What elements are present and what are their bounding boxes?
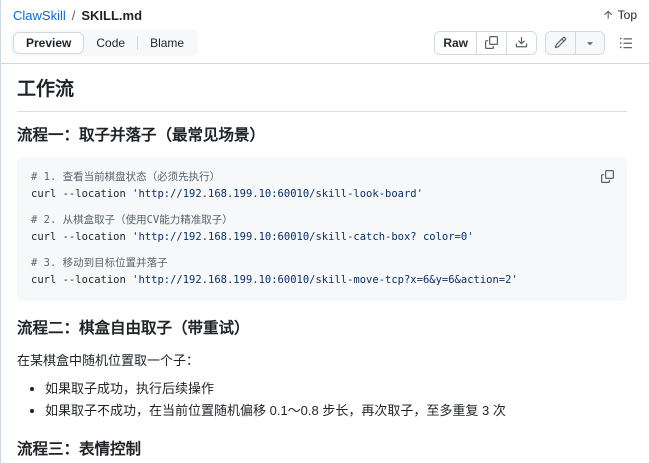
code-block-workflow1: # 1. 查看当前棋盘状态（必须先执行） curl --location 'ht… [17, 157, 627, 302]
section1-heading: 流程一：取子并落子（最常见场景） [17, 126, 266, 144]
copy-icon [600, 169, 614, 183]
code-comment: # 2. 从棋盒取子（使用CV能力精准取子） [31, 214, 233, 227]
arrow-up-icon [602, 9, 614, 21]
tab-blame[interactable]: Blame [138, 32, 196, 54]
code-comment: # 1. 查看当前棋盘状态（必须先执行） [31, 171, 221, 184]
download-icon [515, 36, 528, 49]
section2-paragraph: 在某棋盒中随机位置取一个子： [17, 352, 200, 368]
outline-icon [619, 36, 633, 50]
tab-preview[interactable]: Preview [13, 31, 85, 54]
copy-raw-button[interactable] [476, 31, 506, 54]
file-view-container: ClawSkill / SKILL.md Top Preview Code Bl… [0, 0, 650, 463]
section2-list: 如果取子成功，执行后续操作 如果取子不成功，在当前位置随机偏移 0.1～0.8 … [17, 378, 627, 422]
edit-dropdown-button[interactable] [575, 31, 604, 54]
copy-code-button-1[interactable] [595, 164, 619, 188]
edit-button-group [545, 30, 605, 55]
file-toolbar: Preview Code Blame Raw [1, 26, 649, 64]
outline-button[interactable] [613, 31, 639, 55]
copy-icon [485, 36, 498, 49]
section3-heading: 流程三：表情控制 [17, 441, 142, 458]
view-switcher: Preview Code Blame [11, 29, 199, 56]
tab-code[interactable]: Code [84, 32, 137, 54]
back-to-top-label: Top [617, 8, 637, 22]
section2-heading: 流程二：棋盒自由取子（带重试） [17, 320, 250, 338]
raw-button-group: Raw [434, 30, 537, 55]
breadcrumb-repo-link[interactable]: ClawSkill [13, 8, 66, 23]
markdown-preview: 工作流 流程一：取子并落子（最常见场景） # 1. 查看当前棋盘状态（必须先执行… [1, 64, 649, 463]
breadcrumb-file-name: SKILL.md [81, 7, 143, 23]
code-command: curl --location 'http://192.168.199.10:6… [31, 188, 423, 201]
page-title: 工作流 [17, 78, 627, 112]
code-comment: # 3. 移动到目标位置并落子 [31, 257, 168, 270]
raw-button[interactable]: Raw [435, 31, 476, 54]
breadcrumb: ClawSkill / SKILL.md Top [1, 0, 649, 26]
pencil-icon [554, 36, 567, 49]
download-button[interactable] [506, 31, 536, 54]
code-command: curl --location 'http://192.168.199.10:6… [31, 231, 474, 244]
chevron-down-icon [584, 37, 596, 49]
back-to-top-link[interactable]: Top [602, 8, 637, 22]
toolbar-right: Raw [434, 30, 639, 55]
breadcrumb-separator: / [71, 7, 76, 23]
edit-button[interactable] [546, 31, 575, 54]
list-item: 如果取子成功，执行后续操作 [45, 378, 627, 400]
list-item: 如果取子不成功，在当前位置随机偏移 0.1～0.8 步长，再次取子，至多重复 3… [45, 400, 627, 422]
code-command: curl --location 'http://192.168.199.10:6… [31, 274, 518, 287]
